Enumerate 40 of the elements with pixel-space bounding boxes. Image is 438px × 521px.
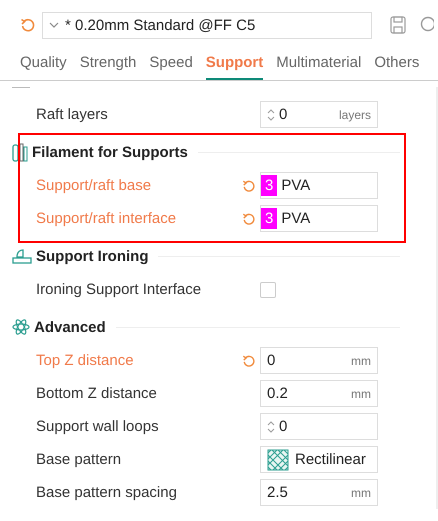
spin-arrows-icon[interactable]: [267, 418, 275, 434]
checkbox[interactable]: [260, 282, 276, 298]
filament-spools-icon: [12, 142, 28, 162]
setting-label: Ironing Support Interface: [36, 281, 202, 298]
number-field[interactable]: 0.2 mm: [260, 380, 378, 407]
tab[interactable]: Strength: [80, 54, 136, 80]
setting-label: Support wall loops: [36, 418, 160, 435]
number-field[interactable]: 0 mm: [260, 347, 378, 374]
setting-label: Support/raft interface: [36, 210, 178, 227]
preset-dropdown[interactable]: * 0.20mm Standard @FF C5: [42, 12, 372, 38]
ironing-icon: [12, 248, 32, 264]
search-icon[interactable]: [420, 16, 434, 34]
setting-label: Base pattern: [36, 451, 122, 468]
atom-icon: [12, 318, 30, 336]
section-title: Filament for Supports: [32, 144, 188, 160]
reset-icon[interactable]: [242, 178, 256, 192]
setting-label: Support/raft base: [36, 177, 152, 194]
reset-icon[interactable]: [242, 354, 256, 368]
crosshatch-icon: [267, 448, 289, 470]
number-field[interactable]: 0 layers: [260, 101, 378, 128]
tab[interactable]: Speed: [149, 54, 193, 80]
reset-icon[interactable]: [20, 17, 36, 33]
tab[interactable]: Quality: [20, 54, 67, 80]
save-icon[interactable]: [390, 16, 406, 34]
section-title: Advanced: [34, 318, 106, 336]
tab[interactable]: Multimaterial: [276, 54, 362, 80]
chevron-down-icon: [49, 22, 59, 28]
section-title: Support Ironing: [36, 248, 148, 264]
setting-label: Base pattern spacing: [36, 484, 178, 501]
pattern-dropdown[interactable]: Rectilinear: [260, 446, 378, 473]
tab[interactable]: Others: [374, 54, 420, 80]
filament-dropdown[interactable]: 3 PVA: [260, 172, 378, 199]
number-field[interactable]: 2.5 mm: [260, 479, 378, 506]
reset-icon[interactable]: [242, 212, 256, 226]
spin-arrows-icon[interactable]: [267, 106, 275, 122]
filament-dropdown[interactable]: 3 PVA: [260, 205, 378, 232]
setting-label: Bottom Z distance: [36, 385, 158, 402]
number-field[interactable]: 0: [260, 413, 378, 440]
setting-label: Raft layers: [36, 106, 109, 123]
setting-label: Top Z distance: [36, 352, 135, 369]
